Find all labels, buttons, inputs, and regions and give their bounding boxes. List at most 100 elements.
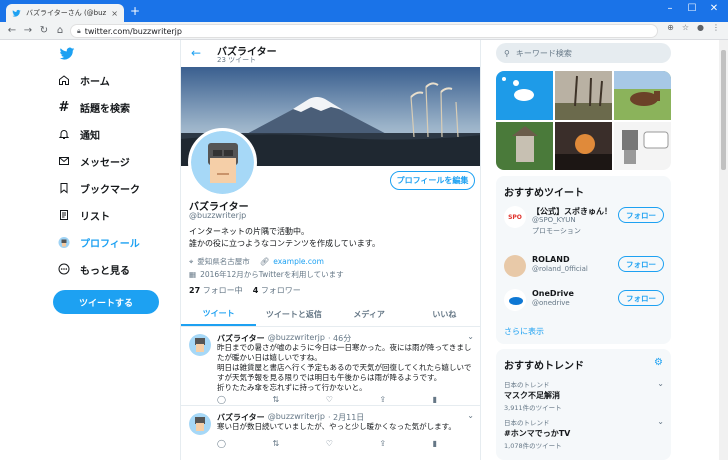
recommend-item[interactable]: OneDrive @onedrive フォロー — [504, 287, 664, 317]
menu-icon[interactable]: ⋮ — [712, 23, 720, 32]
tab-close-icon[interactable]: × — [111, 9, 118, 18]
nav-bookmarks[interactable]: ブックマーク — [58, 178, 140, 198]
retweet-icon[interactable]: ⇅ — [272, 395, 279, 404]
trend-item[interactable]: 日本のトレンド #ホンマでっかTV 1,078件のツイート ⌄ — [504, 417, 664, 450]
profile-joined-row: ▦ 2016年12月からTwitterを利用しています — [189, 269, 344, 280]
url-text: twitter.com/buzzwriterjp — [84, 26, 182, 36]
twitter-logo-icon[interactable] — [58, 46, 76, 65]
chevron-down-icon[interactable]: ⌄ — [467, 332, 474, 341]
retweet-icon[interactable]: ⇅ — [272, 439, 279, 448]
edit-profile-button[interactable]: プロフィールを編集 — [390, 171, 475, 190]
recommend-name: ROLAND — [532, 255, 570, 264]
tweet-text: 寒い日が数日続いていましたが、やっと少し暖かくなった気がします。 — [217, 422, 456, 431]
chevron-down-icon[interactable]: ⌄ — [657, 417, 664, 426]
share-icon[interactable]: ⇪ — [379, 439, 386, 448]
tweet-avatar[interactable] — [189, 413, 211, 435]
followers-count: 4 — [252, 286, 259, 295]
followers-link[interactable]: 4 フォロワー — [253, 285, 301, 296]
media-thumbnail[interactable] — [614, 121, 671, 170]
profile-timeline: ← バズライター 23 ツイート プロフィールを編集 バズライター @buzzw… — [180, 40, 481, 460]
follow-button[interactable]: フォロー — [618, 290, 664, 306]
bookmark-star-icon[interactable]: ☆ — [682, 23, 689, 32]
media-thumbnail[interactable] — [555, 121, 612, 170]
tab-tweets-replies[interactable]: ツイートと返信 — [256, 303, 331, 326]
media-thumbnail[interactable] — [496, 71, 553, 120]
recommend-handle: @SPO_KYUN — [532, 216, 576, 224]
recommend-item[interactable]: SPO 【公式】スポきゅん！ @SPO_KYUN プロモーション フォロー — [504, 204, 664, 235]
extension-icon[interactable]: ⊕ — [667, 23, 674, 32]
close-window-button[interactable]: ✕ — [704, 3, 724, 14]
browser-toolbar: ← → ↻ ⌂ 🔒︎ twitter.com/buzzwriterjp ⊕ ☆ … — [0, 22, 728, 40]
page-scrollbar[interactable] — [719, 40, 728, 460]
follow-button[interactable]: フォロー — [618, 207, 664, 223]
nav-profile[interactable]: プロフィール — [58, 232, 140, 252]
address-bar[interactable]: 🔒︎ twitter.com/buzzwriterjp — [70, 24, 658, 38]
browser-tab[interactable]: バズライターさん (@buzzwriterjp) / T × — [6, 4, 124, 22]
analytics-icon[interactable]: ▮ — [433, 395, 437, 404]
tweet-actions: ◯ ⇅ ♡ ⇪ ▮ — [217, 439, 437, 448]
tab-media[interactable]: メディア — [332, 303, 407, 326]
nav-label: 通知 — [80, 130, 100, 142]
nav-explore[interactable]: # 話題を検索 — [58, 97, 130, 117]
reply-icon[interactable]: ◯ — [217, 395, 226, 404]
nav-label: プロフィール — [80, 238, 140, 250]
media-thumbnail[interactable] — [555, 71, 612, 120]
minimize-button[interactable]: – — [660, 3, 680, 14]
media-thumbnail[interactable] — [614, 71, 671, 120]
follow-stats: 27 フォロー中 4 フォロワー — [189, 285, 301, 296]
back-arrow-icon[interactable]: ← — [191, 46, 201, 60]
nav-notifications[interactable]: 通知 — [58, 124, 100, 144]
reply-icon[interactable]: ◯ — [217, 439, 226, 448]
search-input[interactable]: ⚲ キーワード検索 — [496, 43, 671, 63]
settings-gear-icon[interactable]: ⚙ — [654, 357, 663, 368]
forward-icon[interactable]: → — [22, 25, 34, 36]
trend-item[interactable]: 日本のトレンド マスク不足解消 3,911件のツイート ⌄ — [504, 379, 664, 412]
chevron-down-icon[interactable]: ⌄ — [467, 411, 474, 420]
share-icon[interactable]: ⇪ — [379, 395, 386, 404]
scrollbar-thumb[interactable] — [721, 50, 726, 170]
back-icon[interactable]: ← — [6, 25, 18, 36]
trend-title: マスク不足解消 — [504, 391, 560, 400]
profile-bio: インターネットの片隅で活動中。 誰かの役に立つようなコンテンツを作成しています。 — [189, 226, 380, 250]
chevron-down-icon[interactable]: ⌄ — [657, 379, 664, 388]
tweet-button[interactable]: ツイートする — [53, 290, 159, 314]
profile-avatar[interactable] — [188, 128, 257, 197]
link-icon: 🔗︎ — [259, 257, 270, 266]
like-icon[interactable]: ♡ — [326, 395, 333, 404]
tweet-item[interactable]: バズライター @buzzwriterjp · 46分 ⌄ 昨日までの暑さが嘘のよ… — [181, 328, 480, 406]
lock-icon: 🔒︎ — [77, 26, 81, 35]
profile-location: 愛知県名古屋市 — [197, 257, 250, 266]
tab-tweets[interactable]: ツイート — [181, 303, 257, 326]
maximize-button[interactable]: ☐ — [682, 3, 702, 14]
search-placeholder: キーワード検索 — [515, 48, 572, 58]
nav-lists[interactable]: リスト — [58, 205, 110, 225]
profile-avatar-icon — [58, 236, 70, 248]
recommended-tweets-card: おすすめツイート SPO 【公式】スポきゅん！ @SPO_KYUN プロモーショ… — [496, 176, 671, 344]
nav-home[interactable]: ホーム — [58, 70, 110, 90]
tweet-actions: ◯ ⇅ ♡ ⇪ ▮ — [217, 395, 437, 404]
tweet-avatar[interactable] — [189, 334, 211, 356]
media-thumbnail[interactable] — [496, 121, 553, 170]
tweet-item[interactable]: バズライター @buzzwriterjp · 2月11日 ⌄ 寒い日が数日続いて… — [181, 407, 480, 460]
follow-button[interactable]: フォロー — [618, 256, 664, 272]
profile-meta-row: ⌖ 愛知県名古屋市 🔗︎ example.com — [189, 256, 324, 267]
like-icon[interactable]: ♡ — [326, 439, 333, 448]
trend-title: #ホンマでっかTV — [504, 429, 571, 438]
recommend-title: おすすめツイート — [504, 188, 584, 199]
reload-icon[interactable]: ↻ — [38, 25, 50, 36]
nav-more[interactable]: もっと見る — [58, 259, 130, 279]
profile-joined: 2016年12月からTwitterを利用しています — [200, 270, 344, 279]
following-link[interactable]: 27 フォロー中 — [189, 285, 243, 296]
recommend-item[interactable]: ROLAND @roland_0fficial フォロー — [504, 253, 664, 283]
profile-handle: @buzzwriterjp — [189, 211, 247, 220]
analytics-icon[interactable]: ▮ — [433, 439, 437, 448]
profile-website-link[interactable]: example.com — [273, 257, 324, 266]
account-icon[interactable]: ● — [697, 23, 704, 32]
nav-messages[interactable]: メッセージ — [58, 151, 130, 171]
trends-title: おすすめトレンド — [504, 361, 584, 372]
tab-likes[interactable]: いいね — [407, 303, 480, 326]
new-tab-button[interactable]: + — [130, 4, 140, 18]
tweet-text: 昨日までの暑さが嘘のように今日は一日寒かった。夜には雨が降ってきましたが暖かい日… — [217, 343, 472, 392]
show-more-link[interactable]: さらに表示 — [504, 326, 544, 337]
home-icon[interactable]: ⌂ — [54, 25, 66, 36]
